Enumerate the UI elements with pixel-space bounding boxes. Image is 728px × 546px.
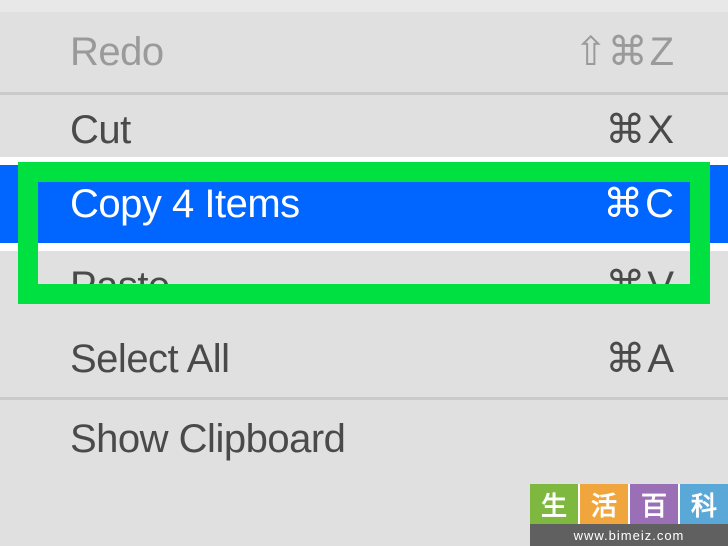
shortcut: ⇧⌘Z bbox=[574, 29, 674, 75]
menu-item-copy[interactable]: Copy 4 Items ⌘C bbox=[0, 165, 728, 243]
menu-item-label: Paste bbox=[70, 264, 170, 309]
menu-item-paste[interactable]: Paste ⌘V bbox=[0, 251, 728, 321]
shortcut-modifier: ⌘ bbox=[605, 107, 645, 153]
watermark: 生 活 百 科 www.bimeiz.com bbox=[530, 484, 728, 546]
shortcut-key: A bbox=[647, 337, 674, 382]
watermark-char: 百 bbox=[628, 484, 678, 524]
menu-item-label: Redo bbox=[70, 30, 164, 75]
menu-item-select-all[interactable]: Select All ⌘A bbox=[0, 321, 728, 397]
shortcut-key: X bbox=[647, 108, 674, 153]
shortcut: ⌘A bbox=[605, 336, 674, 382]
shortcut-modifier: ⌘ bbox=[605, 263, 645, 309]
menu-top-edge bbox=[0, 0, 728, 12]
menu-item-label: Cut bbox=[70, 108, 131, 153]
watermark-char: 生 bbox=[530, 484, 578, 524]
watermark-char: 活 bbox=[578, 484, 628, 524]
highlight-wrap: Copy 4 Items ⌘C bbox=[0, 165, 728, 243]
shortcut-modifier: ⌘ bbox=[603, 181, 643, 227]
menu-item-label: Copy 4 Items bbox=[70, 182, 300, 227]
menu-item-label: Show Clipboard bbox=[70, 417, 345, 462]
shortcut-key: V bbox=[647, 264, 674, 309]
menu-item-show-clipboard[interactable]: Show Clipboard bbox=[0, 400, 728, 478]
watermark-url: www.bimeiz.com bbox=[530, 524, 728, 546]
shortcut: ⌘V bbox=[605, 263, 674, 309]
menu-item-redo[interactable]: Redo ⇧⌘Z bbox=[0, 12, 728, 92]
shortcut-key: Z bbox=[650, 30, 674, 75]
shortcut-modifier: ⌘ bbox=[605, 336, 645, 382]
shortcut-modifier: ⇧⌘ bbox=[574, 29, 648, 75]
edit-menu: Redo ⇧⌘Z Cut ⌘X Copy 4 Items ⌘C Paste ⌘V… bbox=[0, 0, 728, 546]
watermark-title: 生 活 百 科 bbox=[530, 484, 728, 524]
menu-item-label: Select All bbox=[70, 337, 230, 382]
menu-item-cut[interactable]: Cut ⌘X bbox=[0, 95, 728, 165]
watermark-char: 科 bbox=[678, 484, 728, 524]
shortcut-key: C bbox=[645, 182, 674, 227]
shortcut: ⌘C bbox=[603, 181, 674, 227]
shortcut: ⌘X bbox=[605, 107, 674, 153]
